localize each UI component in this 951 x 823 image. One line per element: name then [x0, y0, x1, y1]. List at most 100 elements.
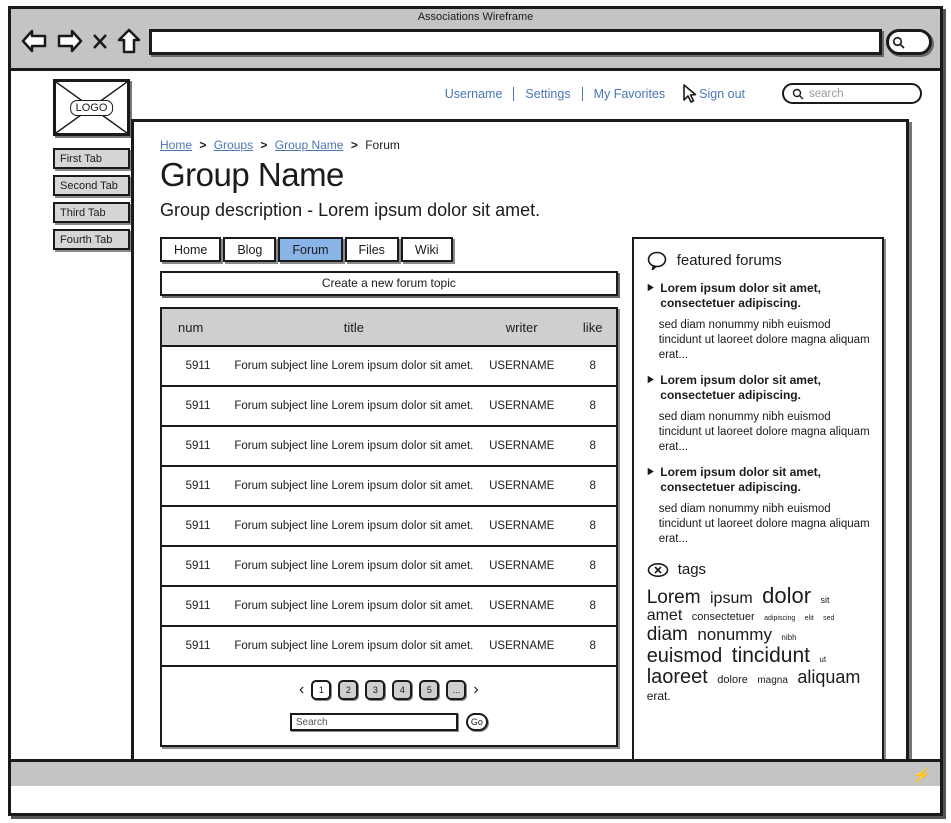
- table-row[interactable]: 5911 Forum subject line Lorem ipsum dolo…: [162, 427, 616, 467]
- tag-item[interactable]: elit: [805, 615, 814, 622]
- pagination-page-3[interactable]: 3: [365, 680, 386, 700]
- cell-num: 5911: [185, 360, 211, 372]
- breadcrumb: Home > Groups > Group Name > Forum: [160, 138, 884, 152]
- breadcrumb-groups-link[interactable]: Groups: [214, 138, 253, 152]
- tag-item[interactable]: magna: [757, 675, 788, 686]
- forum-table: num title writer like 5911 Forum subject…: [160, 307, 618, 747]
- cell-like: 8: [589, 520, 596, 532]
- cell-title[interactable]: Forum subject line Lorem ipsum dolor sit…: [234, 400, 474, 412]
- tag-item[interactable]: Lorem: [647, 587, 701, 608]
- tag-item[interactable]: erat.: [647, 689, 671, 703]
- sidebar-item-third-tab[interactable]: Third Tab: [53, 202, 130, 223]
- column-header-writer: writer: [505, 319, 538, 335]
- pagination-page-1[interactable]: 1: [311, 680, 332, 700]
- tag-item[interactable]: tincidunt: [732, 644, 810, 667]
- table-row[interactable]: 5911 Forum subject line Lorem ipsum dolo…: [162, 347, 616, 387]
- sidebar-item-fourth-tab[interactable]: Fourth Tab: [53, 229, 130, 250]
- pagination-page-2[interactable]: 2: [338, 680, 359, 700]
- right-sidebar: featured forums Lorem ipsum dolor sit am…: [631, 237, 884, 770]
- tag-item[interactable]: euismod: [647, 645, 723, 667]
- header-search-box[interactable]: search: [782, 83, 922, 104]
- featured-item[interactable]: Lorem ipsum dolor sit amet, consectetuer…: [647, 373, 870, 455]
- pagination-next-icon[interactable]: ›: [473, 681, 478, 699]
- cell-title[interactable]: Forum subject line Lorem ipsum dolor sit…: [234, 600, 474, 612]
- tag-item[interactable]: ut: [819, 655, 826, 664]
- nav-settings-link[interactable]: Settings: [514, 87, 581, 101]
- tab-forum[interactable]: Forum: [278, 237, 343, 262]
- tag-item[interactable]: nibh: [781, 633, 796, 642]
- tag-item[interactable]: consectetuer: [692, 611, 755, 623]
- tag-item[interactable]: sit: [821, 595, 830, 605]
- pagination-prev-icon[interactable]: ‹: [299, 681, 304, 699]
- tag-x-icon: [647, 562, 668, 577]
- user-nav: Username Settings My Favorites Sign out …: [434, 83, 922, 104]
- home-arrow-icon[interactable]: [115, 27, 143, 55]
- table-search-go-button[interactable]: Go: [465, 713, 488, 731]
- address-bar-wrap: [149, 29, 882, 55]
- tab-files[interactable]: Files: [344, 237, 399, 262]
- table-header-row: num title writer like: [162, 309, 616, 347]
- page-description: Group description - Lorem ipsum dolor si…: [160, 200, 541, 220]
- tag-item[interactable]: aliquam: [797, 667, 860, 687]
- table-search-input[interactable]: Search: [289, 713, 458, 731]
- section-tabbar: Home Blog Forum Files Wiki: [160, 237, 618, 262]
- nav-username-link[interactable]: Username: [434, 87, 514, 101]
- back-arrow-icon[interactable]: [19, 28, 49, 54]
- breadcrumb-home-link[interactable]: Home: [160, 138, 192, 152]
- featured-item[interactable]: Lorem ipsum dolor sit amet, consectetuer…: [647, 281, 870, 363]
- featured-forums-heading: featured forums: [647, 251, 870, 270]
- status-bar: ⚡: [11, 759, 940, 786]
- logo-placeholder: LOGO: [53, 79, 130, 136]
- cell-title[interactable]: Forum subject line Lorem ipsum dolor sit…: [234, 560, 474, 572]
- pagination-page-5[interactable]: 5: [419, 680, 440, 700]
- forward-arrow-icon[interactable]: [55, 28, 85, 54]
- tag-item[interactable]: adipiscing: [764, 615, 795, 622]
- address-input[interactable]: [149, 29, 882, 55]
- tag-item[interactable]: nonummy: [697, 625, 772, 644]
- content-panel: Home > Groups > Group Name > Forum Group…: [131, 119, 909, 777]
- table-row[interactable]: 5911 Forum subject line Lorem ipsum dolo…: [162, 387, 616, 427]
- cell-title[interactable]: Forum subject line Lorem ipsum dolor sit…: [234, 480, 474, 492]
- triangle-bullet-icon: [647, 467, 654, 476]
- sidebar-item-first-tab[interactable]: First Tab: [53, 148, 130, 169]
- cell-like: 8: [589, 480, 596, 492]
- cell-writer: USERNAME: [489, 400, 555, 412]
- table-row[interactable]: 5911 Forum subject line Lorem ipsum dolo…: [162, 467, 616, 507]
- tab-home[interactable]: Home: [160, 237, 222, 262]
- table-search-row: Search Go: [162, 713, 616, 745]
- browser-search-box[interactable]: [886, 29, 932, 55]
- tab-blog[interactable]: Blog: [223, 237, 277, 262]
- tag-item[interactable]: ipsum: [710, 590, 753, 607]
- create-forum-topic-button[interactable]: Create a new forum topic: [160, 271, 618, 296]
- featured-item[interactable]: Lorem ipsum dolor sit amet, consectetuer…: [647, 465, 870, 547]
- column-header-num: num: [178, 319, 204, 335]
- tag-item[interactable]: diam: [647, 624, 688, 645]
- featured-item-title: Lorem ipsum dolor sit amet, consectetuer…: [660, 465, 821, 494]
- pagination-page-4[interactable]: 4: [392, 680, 413, 700]
- breadcrumb-group-name-link[interactable]: Group Name: [275, 138, 344, 152]
- left-rail: LOGO First Tab Second Tab Third Tab Four…: [53, 79, 137, 256]
- table-row[interactable]: 5911 Forum subject line Lorem ipsum dolo…: [162, 547, 616, 587]
- cell-title[interactable]: Forum subject line Lorem ipsum dolor sit…: [234, 640, 474, 652]
- cell-title[interactable]: Forum subject line Lorem ipsum dolor sit…: [234, 520, 474, 532]
- tag-item[interactable]: sed: [823, 615, 834, 622]
- table-row[interactable]: 5911 Forum subject line Lorem ipsum dolo…: [162, 627, 616, 667]
- tag-item[interactable]: dolore: [717, 674, 748, 686]
- sidebar-item-second-tab[interactable]: Second Tab: [53, 175, 130, 196]
- tags-title: tags: [677, 561, 707, 578]
- tab-wiki[interactable]: Wiki: [400, 237, 453, 262]
- nav-favorites-link[interactable]: My Favorites: [583, 87, 677, 101]
- tag-item[interactable]: laoreet: [647, 666, 708, 688]
- cell-title[interactable]: Forum subject line Lorem ipsum dolor sit…: [234, 360, 474, 372]
- browser-titlebar: Associations Wireframe: [11, 9, 940, 71]
- cell-title[interactable]: Forum subject line Lorem ipsum dolor sit…: [234, 440, 474, 452]
- cell-writer: USERNAME: [489, 640, 555, 652]
- table-row[interactable]: 5911 Forum subject line Lorem ipsum dolo…: [162, 587, 616, 627]
- table-row[interactable]: 5911 Forum subject line Lorem ipsum dolo…: [162, 507, 616, 547]
- tag-item[interactable]: dolor: [762, 583, 811, 608]
- tag-item[interactable]: amet: [647, 607, 683, 624]
- stop-x-icon[interactable]: [91, 28, 109, 54]
- nav-signout-link[interactable]: Sign out: [688, 87, 756, 101]
- pagination-page-more[interactable]: ...: [446, 680, 467, 700]
- cell-writer: USERNAME: [489, 440, 555, 452]
